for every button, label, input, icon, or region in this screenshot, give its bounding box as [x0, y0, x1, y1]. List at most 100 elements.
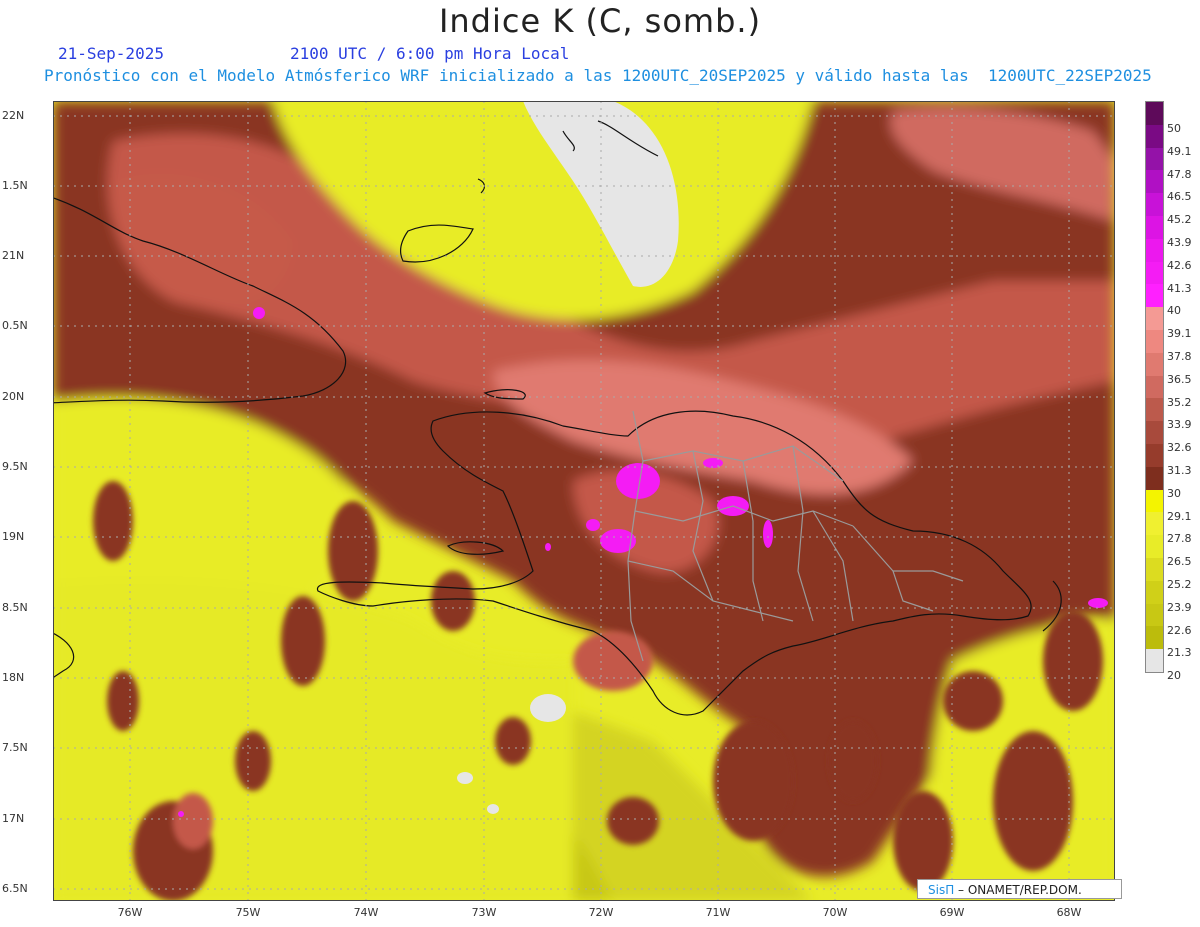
colorbar-label: 30	[1167, 486, 1181, 500]
credit-brand: SisΠ	[928, 883, 955, 897]
colorbar-label: 29.1	[1167, 509, 1192, 523]
patch-10	[993, 731, 1073, 871]
colorbar-label: 49.1	[1167, 144, 1192, 158]
colorbar-label: 40	[1167, 304, 1181, 318]
lon-label: 70W	[822, 906, 848, 919]
colorbar-swatch	[1146, 398, 1163, 422]
k-index-map	[53, 101, 1115, 901]
patch-7	[713, 721, 793, 841]
colorbar-swatch	[1146, 284, 1163, 308]
lat-label: 9.5N	[2, 460, 28, 473]
lon-label: 68W	[1056, 906, 1082, 919]
magenta-8	[1088, 598, 1108, 608]
colorbar-swatch	[1146, 466, 1163, 490]
lat-label: 7.5N	[2, 741, 28, 754]
patch-2	[173, 793, 213, 849]
patch-17	[573, 631, 653, 691]
colorbar-swatch	[1146, 170, 1163, 194]
colorbar-label: 22.6	[1167, 623, 1192, 637]
colorbar-label: 33.9	[1167, 418, 1192, 432]
gray-spot-1	[530, 694, 566, 722]
colorbar-swatch	[1146, 307, 1163, 330]
credit-box: SisΠ – ONAMET/REP.DOM.	[917, 879, 1122, 899]
colorbar-swatch	[1146, 238, 1163, 262]
colorbar-label: 45.2	[1167, 213, 1192, 227]
colorbar-label: 42.6	[1167, 258, 1192, 272]
colorbar-label: 25.2	[1167, 578, 1192, 591]
lat-label: 8.5N	[2, 601, 28, 614]
colorbar-swatch	[1146, 352, 1163, 376]
colorbar-swatch	[1146, 261, 1163, 285]
colorbar-swatch	[1146, 147, 1163, 171]
lon-label: 73W	[471, 906, 497, 919]
forecast-date: 21-Sep-2025	[58, 44, 164, 63]
colorbar-label: 46.5	[1167, 190, 1192, 204]
patch-14	[1043, 611, 1103, 711]
colorbar-label: 37.8	[1167, 350, 1192, 363]
colorbar-swatch	[1146, 557, 1163, 581]
magenta-9	[545, 543, 551, 551]
lon-label: 71W	[705, 906, 731, 919]
colorbar-swatch	[1146, 421, 1163, 444]
lat-label: 22N	[2, 109, 25, 122]
lon-label: 75W	[235, 906, 261, 919]
magenta-5	[586, 519, 600, 531]
colorbar-swatch	[1146, 102, 1163, 125]
magenta-4	[763, 520, 773, 548]
lat-label: 18N	[2, 671, 25, 684]
k-index-field	[53, 101, 1115, 901]
colorbar-label: 47.8	[1167, 167, 1192, 181]
colorbar-label: 23.9	[1167, 600, 1192, 614]
credit-text: – ONAMET/REP.DOM.	[954, 883, 1082, 897]
map-title: Indice K (C, somb.)	[438, 2, 762, 40]
colorbar-label: 36.5	[1167, 372, 1192, 386]
colorbar-label: 50	[1167, 122, 1181, 135]
patch-3	[281, 596, 325, 686]
colorbar-label: 21.3	[1167, 646, 1192, 660]
lat-label: 0.5N	[2, 319, 28, 332]
patch-8	[829, 721, 877, 801]
colorbar-label: 43.9	[1167, 236, 1192, 249]
forecast-note: Pronóstico con el Modelo Atmósferico WRF…	[44, 66, 1152, 85]
colorbar-swatch	[1146, 535, 1163, 558]
colorbar-label: 27.8	[1167, 532, 1192, 546]
colorbar-swatch	[1146, 124, 1163, 148]
colorbar-label: 41.3	[1167, 281, 1192, 295]
gray-spot-3	[487, 804, 499, 814]
patch-12	[235, 731, 271, 791]
colorbar-swatch	[1146, 489, 1163, 513]
colorbar-swatch	[1146, 626, 1163, 650]
colorbar-swatch	[1146, 443, 1163, 467]
patch-4	[328, 501, 378, 601]
patch-6	[607, 797, 659, 845]
lat-label: 21N	[2, 249, 25, 262]
lat-label: 19N	[2, 530, 25, 543]
colorbar-swatch	[1146, 329, 1163, 353]
colorbar-label: 39.1	[1167, 327, 1192, 341]
patch-13	[495, 717, 531, 765]
colorbar-label: 35.2	[1167, 395, 1192, 409]
colorbar-label: 26.5	[1167, 555, 1192, 569]
lat-label: 20N	[2, 390, 25, 403]
colorbar-swatch	[1146, 375, 1163, 399]
forecast-time: 2100 UTC / 6:00 pm Hora Local	[290, 44, 570, 63]
colorbar-swatch	[1146, 215, 1163, 239]
patch-5	[107, 671, 139, 731]
colorbar-swatch	[1146, 603, 1163, 627]
patch-15	[93, 481, 133, 561]
patch-16	[431, 571, 475, 631]
colorbar-label: 32.6	[1167, 441, 1192, 455]
colorbar-swatch	[1146, 580, 1163, 604]
magenta-7	[253, 307, 265, 319]
lat-label: 6.5N	[2, 882, 28, 895]
gray-spot-2	[457, 772, 473, 784]
colorbar-label: 20	[1167, 669, 1181, 683]
magenta-10	[178, 811, 184, 817]
colorbar	[1145, 101, 1164, 673]
lon-label: 74W	[353, 906, 379, 919]
lon-label: 76W	[117, 906, 143, 919]
colorbar-swatch	[1146, 649, 1163, 672]
lat-label: 1.5N	[2, 179, 28, 192]
lat-label: 17N	[2, 812, 25, 825]
colorbar-label: 31.3	[1167, 464, 1192, 477]
